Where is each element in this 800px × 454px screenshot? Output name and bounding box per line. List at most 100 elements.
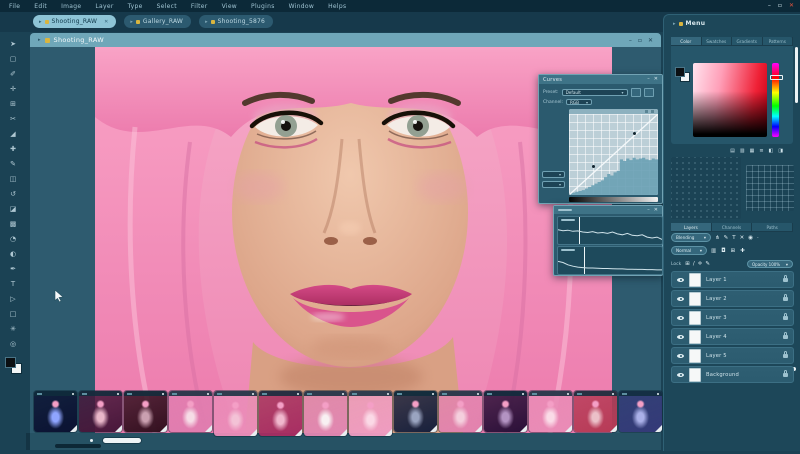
properties-dialog[interactable]: – ✕ [553,205,663,276]
layer-row-layer-5[interactable]: Layer 5 [671,347,794,364]
brush-tool[interactable]: ✎ [0,156,26,171]
filter-icon-1[interactable]: ✎ [724,235,729,241]
panel-tab-paths[interactable]: Paths [752,223,793,231]
blend-icon-3[interactable]: ✚ [740,248,745,254]
close-icon[interactable]: ✕ [654,77,658,82]
minimize-icon[interactable]: – [768,3,771,9]
wand-tool[interactable]: ✛ [0,81,26,96]
hue-slider-handle[interactable] [770,75,783,80]
filmstrip-thumbnail[interactable] [79,391,122,432]
filmstrip-thumbnail[interactable] [34,391,77,432]
color-tab-swatches[interactable]: Swatches [702,37,733,45]
blend-icon-2[interactable]: ⊞ [731,248,736,254]
lock-icon-0[interactable]: ⊞ [685,261,690,267]
document-titlebar[interactable]: ▸ Shooting_RAW – ▫ ✕ [30,33,661,47]
properties-titlebar[interactable]: – ✕ [554,206,662,214]
lock-icon[interactable] [783,335,788,339]
filmstrip-thumbnail[interactable] [619,391,662,432]
eyedropper-tool[interactable]: ◢ [0,126,26,141]
clone-stamp-tool[interactable]: ◫ [0,171,26,186]
hand-tool[interactable]: ✳ [0,321,26,336]
curves-dialog[interactable]: Curves – ✕ Preset: Default▾ Channel: RGB… [538,74,663,204]
tab-shooting_5876[interactable]: ▸Shooting_5876 [199,15,273,28]
panel-menu-label[interactable]: Menu [686,20,706,27]
menu-item-layer[interactable]: Layer [95,3,113,10]
history-brush-tool[interactable]: ↺ [0,186,26,201]
healing-tool[interactable]: ✚ [0,141,26,156]
menu-item-image[interactable]: Image [61,3,81,10]
panel-icon-3[interactable]: ≡ [759,148,763,154]
slice-tool[interactable]: ✂ [0,111,26,126]
filmstrip-thumbnail[interactable] [529,391,572,432]
lock-icon[interactable] [783,373,788,377]
foreground-background-swatches[interactable] [675,67,689,81]
menu-item-file[interactable]: File [9,3,20,10]
filmstrip-thumbnail[interactable] [259,391,302,436]
panel-icon-4[interactable]: ◧ [769,148,774,154]
color-picker-field[interactable] [693,63,767,137]
panel-scrollbar-thumb[interactable] [795,47,798,103]
filter-icon-5[interactable]: · [757,235,759,241]
lock-icon[interactable] [783,354,788,358]
gradient-tool[interactable]: ▩ [0,216,26,231]
opacity-dropdown[interactable]: Opacity 100%▾ [747,260,793,268]
color-tab-patterns[interactable]: Patterns [763,37,794,45]
visibility-eye-icon[interactable] [677,335,684,339]
filmstrip-thumbnail[interactable] [439,391,482,432]
filter-icon-2[interactable]: T [732,235,735,241]
curve-control-point[interactable] [592,165,595,168]
move-tool[interactable]: ➤ [0,36,26,51]
minimize-icon[interactable]: – [629,37,632,44]
color-tab-gradients[interactable]: Gradients [732,37,763,45]
panel-tab-layers[interactable]: Layers [671,223,712,231]
blend-icon-1[interactable]: ◘ [721,248,725,254]
close-icon[interactable]: ✕ [648,37,653,44]
menu-item-filter[interactable]: Filter [191,3,208,10]
panel-tab-channels[interactable]: Channels [712,223,753,231]
layer-row-layer-3[interactable]: Layer 3 [671,309,794,326]
maximize-icon[interactable]: ▫ [778,3,782,9]
panel-icon-5[interactable]: ◨ [778,148,783,154]
menu-item-edit[interactable]: Edit [34,3,47,10]
layer-row-layer-1[interactable]: Layer 1 [671,271,794,288]
lock-icon-1[interactable]: ∕ [693,261,695,267]
filmstrip-thumbnail[interactable] [484,391,527,432]
preset-save-button[interactable] [631,88,641,97]
filter-icon-4[interactable]: ◉ [748,235,753,241]
minimize-icon[interactable]: – [647,77,650,82]
grid-panel-small[interactable] [746,165,794,211]
menu-item-helps[interactable]: Helps [328,3,346,10]
zoom-tool[interactable]: ◎ [0,336,26,351]
preset-options-button[interactable] [644,88,654,97]
panel-icon-2[interactable]: ▦ [750,148,755,154]
foreground-color-swatch[interactable] [5,357,16,368]
close-icon[interactable]: ✕ [654,208,658,213]
layer-row-layer-2[interactable]: Layer 2 [671,290,794,307]
preset-dropdown[interactable]: Default▾ [562,89,628,96]
menu-item-type[interactable]: Type [128,3,143,10]
type-tool[interactable]: T [0,276,26,291]
scrollbar-thumb[interactable] [103,438,141,443]
tab-gallery_raw[interactable]: ▸Gallery_RAW [124,15,191,28]
filmstrip-thumbnail[interactable] [124,391,167,432]
panel-icon-1[interactable]: ▥ [740,148,745,154]
visibility-eye-icon[interactable] [677,316,684,320]
layer-row-background[interactable]: Background [671,366,794,383]
close-icon[interactable]: ✕ [104,19,108,25]
panel-icon-0[interactable]: ▤ [730,148,735,154]
channel-dropdown[interactable]: RGB▾ [566,99,592,105]
curves-output-dropdown[interactable]: ▾ [542,181,565,188]
lock-icon[interactable] [783,316,788,320]
blur-tool[interactable]: ◔ [0,231,26,246]
marquee-tool[interactable]: ▢ [0,51,26,66]
lock-icon[interactable] [783,278,788,282]
lock-icon-3[interactable]: ✎ [705,261,710,267]
curves-titlebar[interactable]: Curves – ✕ [539,75,662,84]
filter-icon-3[interactable]: ✕ [740,235,745,241]
blend-mode-dropdown[interactable]: Normal▾ [671,246,707,255]
close-icon[interactable]: ✕ [789,3,794,9]
filmstrip-thumbnail[interactable] [574,391,617,432]
menu-item-select[interactable]: Select [157,3,177,10]
maximize-icon[interactable]: ▫ [638,37,642,44]
lasso-tool[interactable]: ✐ [0,66,26,81]
